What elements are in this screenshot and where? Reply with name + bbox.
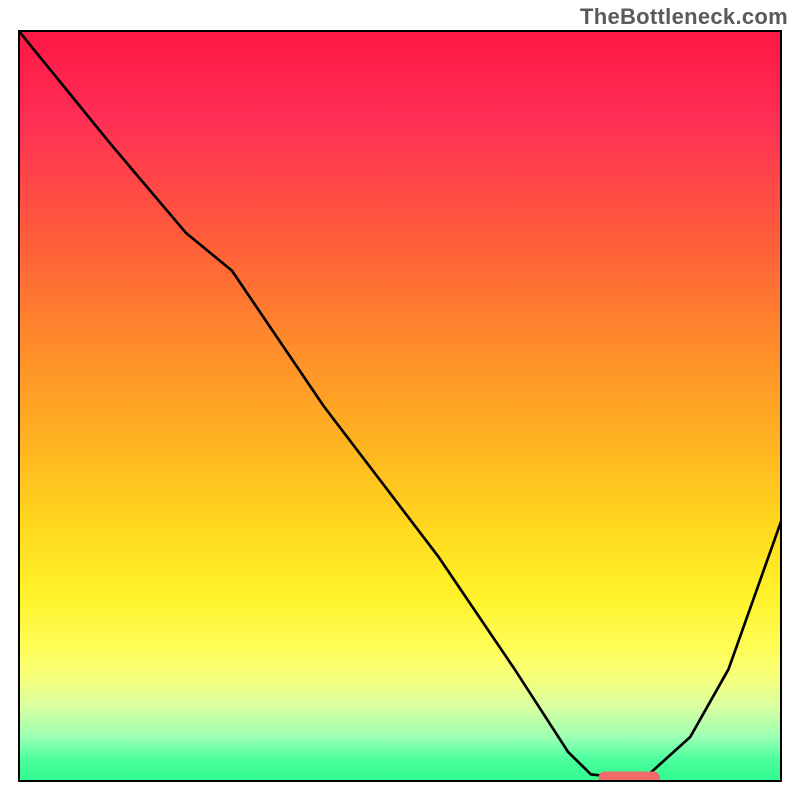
chart-plot-area <box>18 30 782 782</box>
watermark-text: TheBottleneck.com <box>580 4 788 30</box>
chart-svg <box>18 30 782 782</box>
bottleneck-curve-path <box>18 30 782 778</box>
optimal-range-marker <box>599 771 660 782</box>
